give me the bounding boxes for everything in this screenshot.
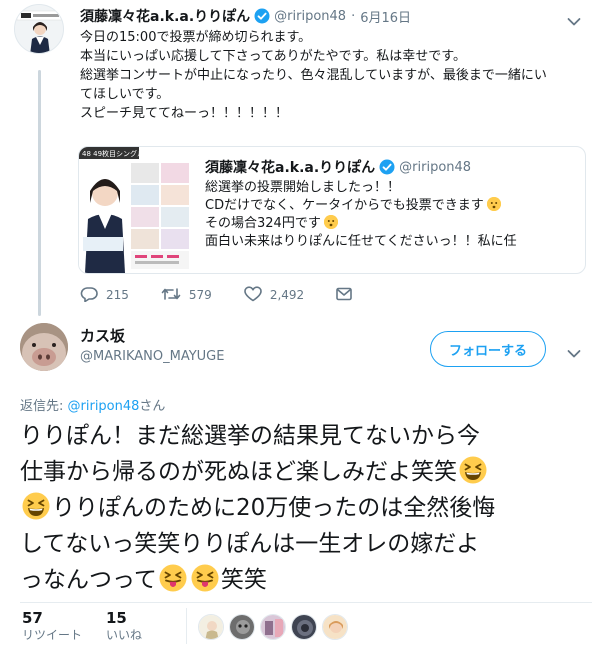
quoted-text-line: 面白い未来はりりぽんに任せてくださいっ！！私に任	[205, 234, 517, 249]
tweet-text-line: してないっ笑笑りりぽんは一生オレの嫁だよ	[20, 531, 480, 557]
thread-connector-line	[38, 70, 41, 316]
squinting-tongue-face-emoji	[191, 564, 219, 592]
image-caption: 48 49枚目シングル選抜総選挙	[82, 149, 179, 158]
verified-badge-icon	[379, 159, 395, 175]
stats-separator	[186, 608, 187, 644]
face-emoji	[486, 197, 501, 211]
reply-to-prefix: 返信先:	[20, 399, 68, 414]
liker-avatar[interactable]	[198, 614, 224, 640]
tweet-text-line: 仕事から帰るのが死ぬほど楽しみだよ笑笑	[20, 454, 600, 490]
liker-avatars	[198, 614, 353, 640]
quoted-text-line-content: その場合324円です	[205, 216, 321, 231]
tweet-text-line: 本当にいっぱい応援して下さってありがたやです。私は幸せです。	[80, 49, 466, 64]
retweet-button[interactable]: 579	[161, 286, 212, 305]
reply-count: 215	[106, 288, 129, 302]
tweet-text-line-content: りりぽんのために20万使ったのは全然後悔	[52, 495, 496, 521]
quoted-tweet-image[interactable]: 48 49枚目シングル選抜総選挙	[79, 147, 193, 273]
retweet-count: 579	[188, 288, 212, 302]
tweet-text-line: 総選挙コンサートが中止になったり、色々混乱していますが、最後まで一緒にい	[80, 68, 547, 83]
tweet-text-line: りりぽん！まだ総選挙の結果見てないから今	[20, 423, 480, 449]
like-count: 2,492	[269, 288, 305, 302]
tweet-text-line-content: 笑笑	[220, 567, 267, 593]
tweet-text-line: っなんつって 笑笑	[20, 562, 600, 598]
reply-to-mention[interactable]: @riripon48	[68, 399, 140, 414]
grinning-squinting-face-emoji	[459, 456, 487, 484]
verified-badge-icon	[254, 8, 270, 24]
grinning-squinting-face-emoji	[22, 492, 50, 520]
message-icon	[336, 287, 360, 304]
chevron-down-icon[interactable]	[567, 12, 581, 26]
author-name[interactable]: 須藤凜々花a.k.a.りりぽん	[80, 6, 250, 26]
tweet-text-line: てほしいです。	[80, 87, 170, 102]
quoted-text-line: 総選挙の投票開始しましたっ！！	[205, 180, 401, 195]
liker-avatar[interactable]	[322, 614, 348, 640]
main-tweet-text: りりぽん！まだ総選挙の結果見てないから今 仕事から帰るのが死ぬほど楽しみだよ笑笑…	[20, 418, 600, 598]
retweet-stat[interactable]: 57 リツイート	[22, 609, 82, 643]
avatar[interactable]	[20, 323, 68, 371]
reply-icon	[80, 286, 106, 305]
author-handle[interactable]: @MARIKANO_MAYUGE	[80, 349, 224, 364]
parent-tweet-text: 今日の15:00で投票が締め切られます。 本当にいっぱい応援して下さってありがた…	[80, 28, 600, 123]
avatar[interactable]	[14, 4, 64, 54]
liker-avatar[interactable]	[291, 614, 317, 640]
quoted-text-line-content: CDだけでなく、ケータイからでも投票できます	[205, 198, 484, 213]
like-stat-count: 15	[106, 609, 127, 627]
retweet-stat-count: 57	[22, 609, 43, 627]
tweet-text-line-content: っなんつって	[20, 567, 157, 593]
tweet-date[interactable]: 6月16日	[360, 7, 411, 26]
like-icon	[244, 285, 270, 305]
quoted-author-name: 須藤凜々花a.k.a.りりぽん	[205, 160, 376, 176]
reply-to-suffix: さん	[139, 399, 166, 414]
like-stat-label: いいね	[106, 628, 143, 642]
follow-button[interactable]: フォローする	[430, 331, 546, 367]
quoted-tweet-body: 須藤凜々花a.k.a.りりぽん @riripon48 総選挙の投票開始しましたっ…	[205, 157, 581, 269]
quoted-tweet-header: 須藤凜々花a.k.a.りりぽん @riripon48	[205, 157, 581, 177]
like-button[interactable]: 2,492	[244, 285, 305, 305]
tweet-text-line: 今日の15:00で投票が締め切られます。	[80, 30, 312, 45]
liker-avatar[interactable]	[229, 614, 255, 640]
quoted-tweet-text: 総選挙の投票開始しましたっ！！ CDだけでなく、ケータイからでも投票できます そ…	[205, 179, 581, 251]
tweet-text-line: りりぽんのために20万使ったのは全然後悔	[20, 490, 600, 526]
retweet-stat-label: リツイート	[22, 628, 83, 642]
author-name[interactable]: カス坂	[80, 325, 125, 346]
chevron-down-icon[interactable]	[567, 344, 581, 358]
quoted-author-handle: @riripon48	[399, 159, 472, 175]
squinting-tongue-face-emoji	[159, 564, 187, 592]
author-handle[interactable]: @riripon48	[274, 9, 346, 24]
retweet-icon	[161, 286, 189, 305]
divider	[20, 602, 592, 603]
reply-button[interactable]: 215	[80, 286, 129, 305]
tweet-text-line: スピーチ見ててねーっ！！！！！！	[80, 106, 289, 121]
like-stat[interactable]: 15 いいね	[106, 609, 142, 643]
quoted-text-line: CDだけでなく、ケータイからでも投票できます	[205, 197, 581, 215]
tweet-actions: 215 579 2,492	[80, 285, 392, 305]
tweet-text-line-content: 仕事から帰るのが死ぬほど楽しみだよ笑笑	[20, 459, 457, 485]
liker-avatar[interactable]	[260, 614, 286, 640]
parent-tweet-header: 須藤凜々花a.k.a.りりぽん @riripon48 · 6月16日	[80, 5, 411, 27]
separator-dot: ·	[351, 8, 356, 24]
face-emoji	[323, 215, 338, 229]
replying-to: 返信先: @riripon48さん	[20, 395, 165, 414]
quoted-text-line: その場合324円です	[205, 215, 581, 233]
direct-message-button[interactable]	[336, 287, 360, 304]
quoted-tweet-card[interactable]: 48 49枚目シングル選抜総選挙 須藤凜々花a.k.a.りりぽん @riripo…	[78, 146, 586, 274]
